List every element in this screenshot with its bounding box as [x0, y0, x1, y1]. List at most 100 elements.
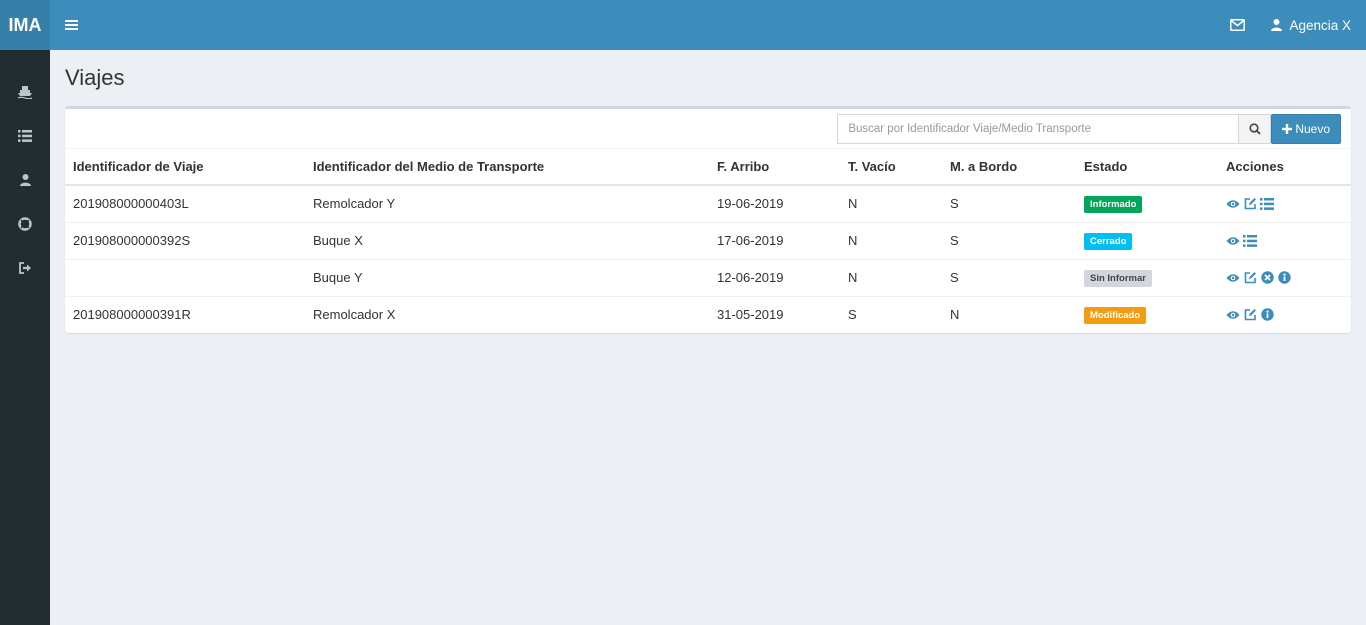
edit-icon [1244, 198, 1256, 210]
info-circle-icon [1260, 308, 1274, 321]
cell-bordo: S [942, 258, 1076, 296]
cell-arribo: 31-05-2019 [709, 295, 840, 333]
cell-vacio: N [840, 221, 942, 259]
status-badge: Sin Informar [1084, 269, 1152, 287]
ship-icon [17, 86, 33, 99]
column-header-medio[interactable]: Identificador del Medio de Transporte [305, 149, 709, 186]
table-row: 201908000000403L Remolcador Y 19-06-2019… [65, 185, 1351, 222]
search-input[interactable] [837, 113, 1240, 144]
cell-estado: Sin Informar [1076, 258, 1218, 296]
sidebar-item-logout[interactable] [0, 246, 50, 290]
menu-toggle-button[interactable] [50, 0, 92, 50]
sign-out-icon [18, 262, 31, 274]
column-header-arribo[interactable]: F. Arribo [709, 149, 840, 186]
table-header-row: Identificador de Viaje Identificador del… [65, 149, 1351, 186]
user-menu-button[interactable]: Agencia X [1259, 0, 1351, 50]
cell-id [65, 258, 305, 296]
page-title: Viajes [65, 65, 125, 90]
lifebuoy-icon [18, 217, 32, 231]
eye-icon [1226, 273, 1240, 282]
edit-icon [1244, 309, 1256, 321]
cell-medio: Buque X [305, 221, 709, 259]
detail-list-button[interactable] [1243, 234, 1257, 248]
box-toolbar: Nuevo [65, 109, 1351, 149]
view-button[interactable] [1226, 197, 1240, 211]
cell-bordo: S [950, 196, 959, 212]
edit-icon [1244, 272, 1256, 284]
cell-acciones [1218, 295, 1351, 333]
user-name: Agencia X [1289, 17, 1351, 33]
info-button[interactable] [1277, 271, 1291, 285]
cell-bordo: N [942, 295, 1076, 333]
cell-arribo: 17-06-2019 [709, 221, 840, 259]
cell-bordo: S [942, 221, 1076, 259]
messages-button[interactable] [1215, 0, 1259, 50]
app-logo[interactable]: IMA [0, 0, 50, 50]
cell-acciones [1218, 185, 1351, 222]
view-button[interactable] [1226, 308, 1240, 322]
cell-medio: Buque Y [305, 258, 709, 296]
delete-button[interactable] [1260, 271, 1274, 285]
status-badge: Informado [1084, 195, 1143, 213]
eye-icon [1226, 236, 1240, 245]
detail-list-button[interactable] [1260, 197, 1274, 211]
cell-estado: Modificado [1076, 295, 1218, 333]
list-icon [1243, 234, 1257, 247]
eye-icon [1226, 200, 1240, 208]
edit-button[interactable] [1243, 197, 1257, 211]
status-badge: Modificado [1084, 306, 1147, 324]
cell-id: 201908000000392S [65, 221, 305, 259]
column-header-bordo[interactable]: M. a Bordo [942, 149, 1076, 186]
table-row: 201908000000392S Buque X 17-06-2019 N S … [65, 221, 1351, 259]
user-icon [1271, 19, 1283, 31]
view-button[interactable] [1226, 271, 1240, 285]
sidebar-item-list[interactable] [0, 114, 50, 158]
cell-id: 201908000000391R [65, 295, 305, 333]
table-row: Buque Y 12-06-2019 N S Sin Informar [65, 258, 1351, 296]
cell-arribo: 19-06-2019 [717, 196, 784, 212]
column-header-id[interactable]: Identificador de Viaje [65, 149, 305, 186]
cell-vacio: N [848, 196, 858, 212]
column-header-estado[interactable]: Estado [1076, 149, 1218, 186]
top-navbar: Agencia X [50, 0, 1366, 50]
edit-button[interactable] [1243, 271, 1257, 285]
info-button[interactable] [1260, 308, 1274, 322]
list-icon [18, 130, 32, 142]
sidebar [0, 50, 50, 625]
search-group [837, 113, 1272, 144]
column-header-acciones: Acciones [1218, 149, 1351, 186]
column-header-vacio[interactable]: T. Vacío [840, 149, 942, 186]
search-button[interactable] [1239, 113, 1272, 144]
cell-estado: Informado [1076, 185, 1218, 222]
sidebar-item-user[interactable] [0, 158, 50, 202]
edit-button[interactable] [1243, 308, 1257, 322]
new-button-label: Nuevo [1295, 121, 1330, 136]
view-button[interactable] [1226, 234, 1240, 248]
info-circle-icon [1277, 271, 1291, 284]
bars-icon [64, 20, 78, 30]
cell-acciones [1218, 221, 1351, 259]
cell-acciones [1218, 258, 1351, 296]
status-badge: Cerrado [1084, 232, 1133, 250]
cell-medio: Remolcador Y [313, 196, 396, 212]
plus-icon [1282, 123, 1293, 134]
table-row: 201908000000391R Remolcador X 31-05-2019… [65, 295, 1351, 333]
viajes-table: Identificador de Viaje Identificador del… [65, 149, 1351, 333]
new-viaje-button[interactable]: Nuevo [1271, 113, 1341, 144]
cell-arribo: 12-06-2019 [709, 258, 840, 296]
cell-vacio: S [840, 295, 942, 333]
viajes-box: Nuevo Identificador de Viaje Identificad… [65, 106, 1351, 333]
cell-estado: Cerrado [1076, 221, 1218, 259]
cell-medio: Remolcador X [305, 295, 709, 333]
sidebar-item-viajes[interactable] [0, 70, 50, 114]
eye-icon [1226, 311, 1240, 319]
list-icon [1260, 197, 1274, 210]
envelope-icon [1229, 19, 1245, 31]
cell-id: 201908000000403L [73, 196, 189, 212]
times-circle-icon [1260, 271, 1274, 284]
user-icon [19, 174, 31, 186]
main-content: Viajes Nuevo Identificador de Viaje Iden… [50, 50, 1366, 625]
search-icon [1249, 122, 1261, 135]
sidebar-item-help[interactable] [0, 202, 50, 246]
cell-vacio: N [840, 258, 942, 296]
